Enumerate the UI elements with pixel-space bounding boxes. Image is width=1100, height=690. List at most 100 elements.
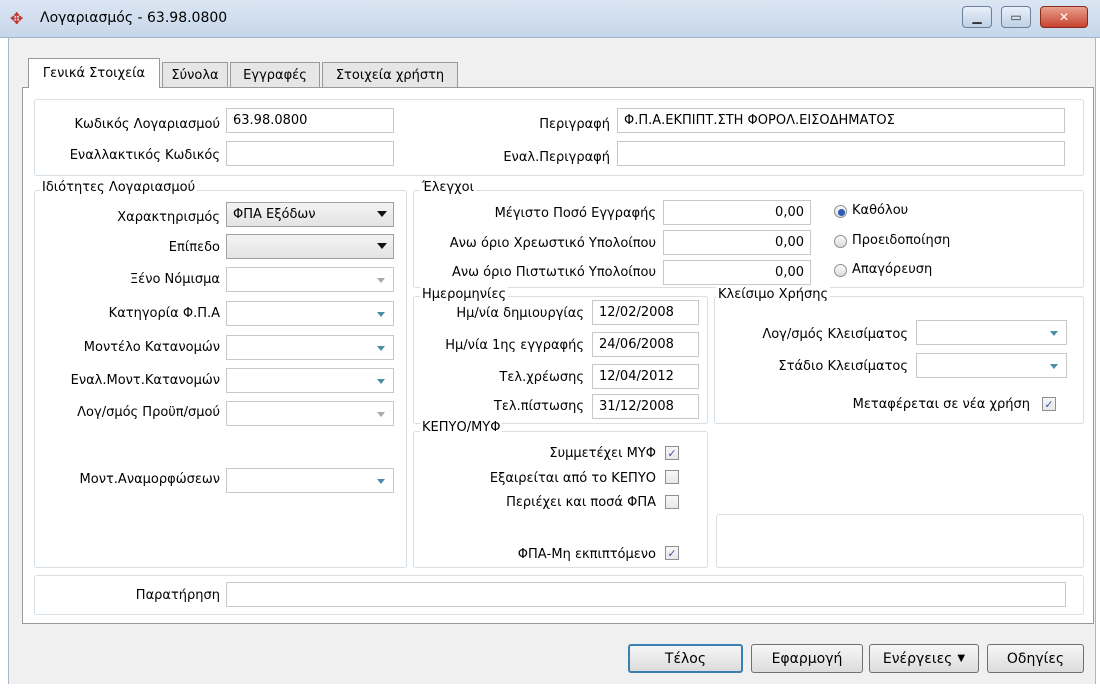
code-input[interactable]: 63.98.0800 [226, 108, 394, 133]
vat-category-combo[interactable] [226, 301, 394, 326]
kepyo-excluded-checkbox[interactable] [665, 470, 679, 484]
last-debit-date-label: Τελ.χρέωσης [499, 370, 584, 385]
vat-amounts-label: Περιέχει και ποσά ΦΠΑ [506, 495, 656, 510]
radio-none[interactable] [834, 205, 847, 218]
code-label: Κωδικός Λογαριασμού [74, 117, 220, 132]
closing-account-label: Λογ/σμός Κλεισίματος [762, 327, 908, 342]
level-select[interactable] [226, 234, 394, 259]
remarks-label: Παρατήρηση [135, 588, 220, 603]
closing-account-combo[interactable] [916, 320, 1067, 345]
radio-warning-label: Προειδοποίηση [852, 233, 951, 248]
myf-checkbox[interactable]: ✓ [665, 446, 679, 460]
alt-description-input[interactable] [617, 141, 1065, 166]
apply-button[interactable]: Εφαρμογή [751, 644, 863, 673]
non-deductible-vat-label: ΦΠΑ-Μη εκπιπτόμενο [517, 547, 656, 562]
dropdown-arrow-icon [1050, 331, 1058, 336]
credit-limit-input[interactable]: 0,00 [663, 260, 811, 285]
alt-code-label: Εναλλακτικός Κωδικός [69, 148, 220, 163]
characterization-select[interactable]: ΦΠΑ Εξόδων [226, 202, 394, 227]
description-label: Περιγραφή [539, 117, 610, 132]
alt-alloc-model-combo[interactable] [226, 368, 394, 393]
actions-button-label: Ενέργειες [882, 650, 953, 667]
vat-category-label: Κατηγορία Φ.Π.Α [108, 306, 220, 321]
myf-label: Συμμετέχει ΜΥΦ [549, 446, 656, 461]
description-input[interactable]: Φ.Π.Α.ΕΚΠΙΠΤ.ΣΤΗ ΦΟΡΟΛ.ΕΙΣΟΔΗΜΑΤΟΣ [617, 108, 1065, 133]
tab-general[interactable]: Γενικά Στοιχεία [28, 58, 160, 88]
close-button[interactable]: ✕ [1040, 6, 1088, 28]
kepyo-group-title: ΚΕΠΥΟ/ΜΥΦ [420, 420, 503, 435]
level-label: Επίπεδο [168, 240, 220, 255]
maximize-button[interactable]: ▭ [1001, 6, 1031, 28]
tab-general-label: Γενικά Στοιχεία [42, 66, 146, 81]
dates-group-title: Ημερομηνίες [420, 287, 509, 302]
max-amount-label: Μέγιστο Ποσό Εγγραφής [494, 206, 656, 221]
end-button[interactable]: Τέλος [628, 644, 743, 673]
closing-stage-label: Στάδιο Κλεισίματος [778, 359, 908, 374]
title-bar[interactable]: ✥ Λογαριασμός - 63.98.0800 ▁ ▭ ✕ [0, 0, 1100, 38]
dropdown-arrow-icon [377, 312, 385, 317]
alt-description-label: Εναλ.Περιγραφή [503, 150, 610, 165]
maximize-icon: ▭ [1010, 10, 1022, 24]
app-icon: ✥ [10, 9, 24, 28]
debit-limit-input[interactable]: 0,00 [663, 230, 811, 255]
last-credit-date-label: Τελ.πίστωσης [493, 399, 584, 414]
reform-model-combo[interactable] [226, 468, 394, 493]
tab-entries[interactable]: Εγγραφές [230, 62, 320, 87]
dropdown-arrow-icon [377, 412, 385, 417]
max-amount-input[interactable]: 0,00 [663, 200, 811, 225]
created-date-input[interactable]: 12/02/2008 [592, 300, 699, 325]
radio-block[interactable] [834, 264, 847, 277]
tab-user-data[interactable]: Στοιχεία χρήστη [322, 62, 458, 87]
dropdown-arrow-icon [377, 379, 385, 384]
alloc-model-label: Μοντέλο Κατανομών [83, 340, 220, 355]
alt-code-input[interactable] [226, 141, 394, 166]
remarks-input[interactable] [226, 582, 1066, 607]
created-date-label: Ημ/νία δημιουργίας [456, 306, 584, 321]
end-button-label: Τέλος [664, 650, 707, 667]
dropdown-arrow-icon [377, 479, 385, 484]
characterization-value: ΦΠΑ Εξόδων [233, 207, 316, 222]
caret-down-icon: ▼ [957, 653, 966, 664]
closing-group-title: Κλείσιμο Χρήσης [716, 287, 831, 302]
closing-stage-combo[interactable] [916, 353, 1067, 378]
reform-model-label: Μοντ.Αναμορφώσεων [79, 472, 220, 487]
apply-button-label: Εφαρμογή [771, 650, 843, 667]
currency-label: Ξένο Νόμισμα [129, 272, 220, 287]
instructions-button[interactable]: Οδηγίες [987, 644, 1084, 673]
carry-forward-label: Μεταφέρεται σε νέα χρήση [852, 397, 1030, 412]
radio-block-label: Απαγόρευση [852, 262, 933, 277]
non-deductible-vat-checkbox[interactable]: ✓ [665, 546, 679, 560]
alt-alloc-model-label: Εναλ.Μοντ.Κατανομών [70, 373, 220, 388]
debit-limit-label: Ανω όριο Χρεωστικό Υπολοίπου [449, 236, 656, 251]
minimize-button[interactable]: ▁ [962, 6, 992, 28]
budget-account-label: Λογ/σμός Προϋπ/σμού [77, 405, 220, 420]
alloc-model-combo[interactable] [226, 335, 394, 360]
checks-group-title: Έλεγχοι [420, 180, 476, 195]
carry-forward-checkbox[interactable]: ✓ [1042, 397, 1056, 411]
dropdown-arrow-icon [377, 278, 385, 283]
radio-none-label: Καθόλου [852, 203, 909, 218]
actions-button[interactable]: Ενέργειες ▼ [869, 644, 979, 673]
minimize-icon: ▁ [972, 10, 982, 24]
tab-user-data-label: Στοιχεία χρήστη [335, 67, 445, 83]
dropdown-arrow-icon [377, 211, 387, 217]
tab-entries-label: Εγγραφές [243, 67, 307, 83]
empty-panel-top [714, 431, 1084, 511]
last-debit-date-input[interactable]: 12/04/2012 [592, 364, 699, 389]
tab-totals[interactable]: Σύνολα [162, 62, 228, 87]
budget-account-combo[interactable] [226, 401, 394, 426]
last-credit-date-input[interactable]: 31/12/2008 [592, 394, 699, 419]
dropdown-arrow-icon [377, 243, 387, 249]
first-entry-date-label: Ημ/νία 1ης εγγραφής [445, 338, 584, 353]
empty-panel-bottom [716, 514, 1084, 568]
first-entry-date-input[interactable]: 24/06/2008 [592, 332, 699, 357]
currency-combo[interactable] [226, 267, 394, 292]
kepyo-excluded-label: Εξαιρείται από το ΚΕΠΥΟ [489, 471, 656, 486]
window-title: Λογαριασμός - 63.98.0800 [40, 10, 228, 26]
dropdown-arrow-icon [1050, 364, 1058, 369]
vat-amounts-checkbox[interactable] [665, 495, 679, 509]
close-icon: ✕ [1058, 10, 1070, 24]
instructions-button-label: Οδηγίες [1006, 650, 1065, 667]
radio-warning[interactable] [834, 235, 847, 248]
properties-group-title: Ιδιότητες Λογαριασμού [40, 180, 198, 195]
